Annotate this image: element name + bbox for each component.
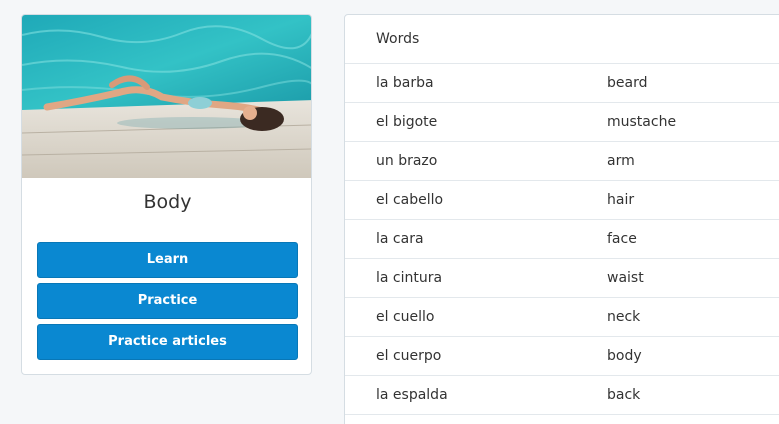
word-spanish: el cuerpo — [376, 348, 442, 364]
word-english: face — [607, 231, 637, 247]
word-spanish: la barba — [376, 75, 434, 91]
topic-image — [22, 15, 311, 178]
word-row: el bigote mustache — [345, 103, 779, 142]
practice-button[interactable]: Practice — [37, 283, 298, 319]
word-row: la barba beard — [345, 64, 779, 103]
words-table: Words la barba beard el bigote mustache … — [344, 14, 779, 424]
word-spanish: la cara — [376, 231, 424, 247]
topic-card: Body Learn Practice Practice articles — [21, 14, 312, 375]
learn-button[interactable]: Learn — [37, 242, 298, 278]
word-spanish: la cintura — [376, 270, 443, 286]
practice-articles-button[interactable]: Practice articles — [37, 324, 298, 360]
page: Body Learn Practice Practice articles Wo… — [0, 0, 779, 424]
word-row: la espalda back — [345, 376, 779, 415]
topic-title: Body — [143, 191, 192, 213]
word-spanish: el bigote — [376, 114, 438, 130]
word-row: la cintura waist — [345, 259, 779, 298]
word-english: neck — [607, 309, 641, 325]
word-row: la cara face — [345, 220, 779, 259]
word-spanish: un brazo — [376, 153, 438, 169]
word-english: hair — [607, 192, 635, 208]
word-row: un brazo arm — [345, 142, 779, 181]
word-row: el cuello neck — [345, 298, 779, 337]
word-english: back — [607, 387, 641, 403]
word-english: mustache — [607, 114, 677, 130]
word-english: beard — [607, 75, 648, 91]
word-spanish: el cabello — [376, 192, 444, 208]
words-header: Words — [345, 15, 779, 64]
word-english: body — [607, 348, 642, 364]
word-row: el cuerpo body — [345, 337, 779, 376]
word-row: el cabello hair — [345, 181, 779, 220]
word-spanish: la espalda — [376, 387, 448, 403]
pool-photo-illustration — [22, 15, 311, 178]
word-spanish: el cuello — [376, 309, 435, 325]
word-english: waist — [607, 270, 644, 286]
word-english: arm — [607, 153, 635, 169]
